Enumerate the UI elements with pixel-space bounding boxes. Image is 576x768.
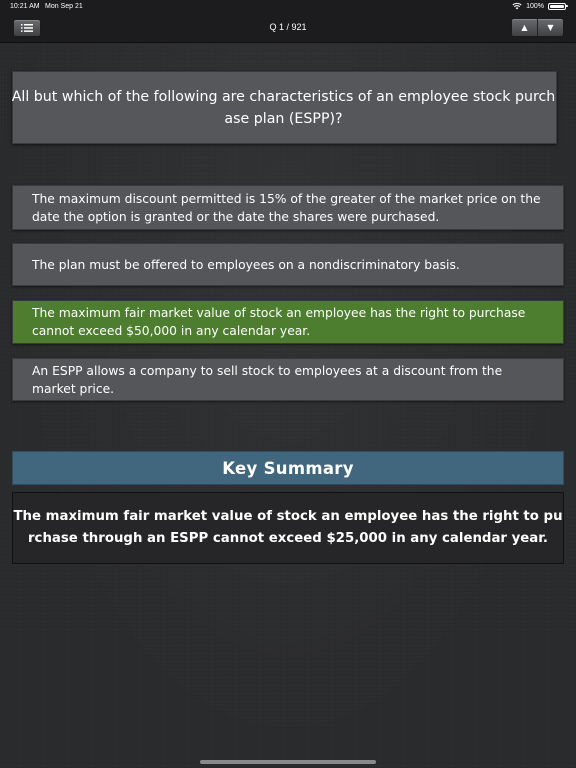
battery-fill	[550, 4, 564, 8]
question-counter: Q 1 / 921	[269, 22, 307, 32]
answer-option-1[interactable]: The maximum discount permitted is 15% of…	[12, 185, 564, 230]
status-bar: 10:21 AM Mon Sep 21 100%	[0, 0, 576, 14]
home-indicator[interactable]	[200, 760, 376, 764]
battery-percent: 100%	[526, 2, 544, 10]
answer-text: The plan must be offered to employees on…	[32, 257, 460, 272]
question-card: All but which of the following are chara…	[12, 71, 557, 144]
answer-option-2[interactable]: The plan must be offered to employees on…	[12, 243, 564, 286]
question-text: All but which of the following are chara…	[11, 88, 556, 127]
answer-option-3[interactable]: The maximum fair market value of stock a…	[12, 300, 564, 344]
answer-text: An ESPP allows a company to sell stock t…	[32, 363, 503, 396]
status-time: 10:21 AM	[10, 3, 40, 10]
status-indicators: 100%	[512, 2, 568, 10]
answer-text: The maximum fair market value of stock a…	[32, 306, 526, 338]
nav-bar: Q 1 / 921 ▲ ▼	[0, 14, 576, 43]
wifi-icon	[512, 2, 522, 10]
answer-option-4[interactable]: An ESPP allows a company to sell stock t…	[12, 358, 564, 401]
question-nav-control: ▲ ▼	[511, 18, 564, 37]
key-summary-text: The maximum fair market value of stock a…	[13, 509, 563, 546]
battery-icon	[548, 2, 568, 10]
answer-text: The maximum discount permitted is 15% of…	[32, 191, 541, 224]
status-date: Mon Sep 21	[45, 3, 83, 10]
previous-question-button[interactable]: ▲	[512, 19, 537, 36]
key-summary-card: The maximum fair market value of stock a…	[12, 492, 564, 564]
arrow-down-icon: ▼	[547, 23, 554, 32]
key-summary-header: Key Summary	[12, 451, 564, 485]
arrow-up-icon: ▲	[521, 23, 528, 32]
next-question-button[interactable]: ▼	[537, 19, 563, 36]
